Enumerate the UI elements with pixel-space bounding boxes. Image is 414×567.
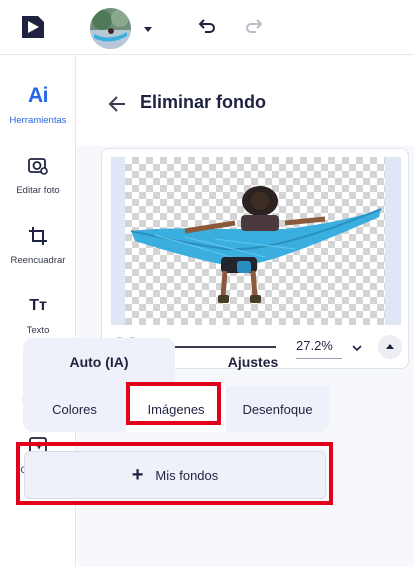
ai-icon: Ai [28, 84, 49, 107]
chevron-down-icon[interactable] [351, 341, 363, 359]
edit-photo-icon [24, 152, 52, 180]
image-preview-card: 27.2% [101, 148, 409, 369]
user-avatar[interactable] [90, 8, 131, 49]
plus-icon: + [131, 464, 144, 486]
subtab-colores[interactable]: Colores [23, 386, 126, 432]
mis-fondos-label: Mis fondos [155, 467, 219, 483]
sidebar-item-herramientas[interactable]: Ai Herramientas [0, 74, 76, 138]
preview-canvas [111, 157, 401, 325]
crop-icon [24, 222, 52, 250]
sidebar-item-editar-foto[interactable]: Editar foto [0, 144, 76, 208]
sidebar-item-reencuadrar[interactable]: Reencuadrar [0, 214, 76, 278]
mode-tabs: Auto (IA) Ajustes [23, 338, 329, 386]
arrow-left-icon[interactable] [107, 94, 127, 114]
play-clip-logo-icon[interactable] [20, 14, 46, 40]
text-icon: Tт [29, 297, 47, 314]
sidebar-item-label: Herramientas [9, 115, 67, 126]
sidebar-item-label: Editar foto [16, 185, 60, 196]
panel-header: Eliminar fondo [77, 56, 414, 146]
highlight-box-imagenes [126, 382, 221, 425]
page-title: Eliminar fondo [140, 92, 266, 112]
sidebar-item-label: Texto [26, 325, 50, 336]
mis-fondos-button[interactable]: + Mis fondos [24, 451, 326, 499]
redo-icon[interactable] [243, 15, 265, 37]
subtab-desenfoque[interactable]: Desenfoque [226, 386, 329, 432]
account-menu[interactable] [90, 8, 156, 49]
sidebar-item-label: Reencuadrar [10, 255, 66, 266]
tab-auto-ia[interactable]: Auto (IA) [23, 338, 175, 386]
top-bar [0, 0, 414, 55]
tab-ajustes[interactable]: Ajustes [177, 338, 329, 386]
caret-down-icon[interactable] [142, 22, 154, 40]
subject-image [130, 186, 382, 303]
undo-icon[interactable] [196, 15, 218, 37]
chevron-up-icon[interactable] [378, 335, 402, 359]
